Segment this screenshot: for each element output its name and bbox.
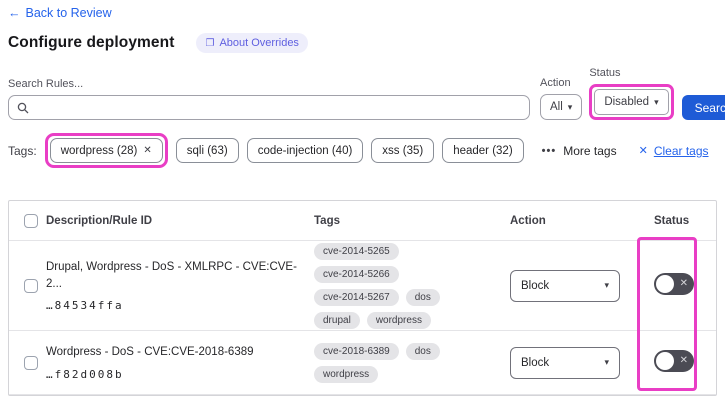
doc-icon: ❐ (205, 37, 215, 49)
action-filter-group: Action All ▾ (540, 77, 583, 120)
tag-chip-code-injection[interactable]: code-injection (40) (246, 138, 364, 163)
rule-tag-pill: cve-2014-5266 (314, 265, 399, 283)
table-row: Drupal, Wordpress - DoS - XMLRPC - CVE:C… (9, 241, 716, 331)
rule-tags: cve-2018-6389 dos wordpress (314, 342, 496, 383)
col-header-tags: Tags (314, 214, 340, 227)
action-dropdown[interactable]: Block ▾ (510, 346, 620, 379)
rule-tag-pill: dos (405, 342, 440, 360)
search-button[interactable]: Search (681, 95, 725, 120)
search-rules-label: Search Rules... (8, 78, 84, 90)
table-row: Wordpress - DoS - CVE:CVE-2018-6389 …f82… (9, 331, 716, 395)
back-to-review-link[interactable]: ← Back to Review (8, 6, 112, 20)
tag-chip-wordpress[interactable]: wordpress (28) ✕ (49, 138, 163, 163)
tags-label: Tags: (8, 143, 37, 158)
search-rules-group: Search Rules... (8, 78, 530, 120)
col-header-action: Action (510, 214, 546, 227)
search-icon (17, 102, 29, 113)
clear-icon: ✕ (638, 145, 648, 157)
rules-table: Description/Rule ID Tags Action Status D… (8, 200, 717, 396)
tag-chip-header[interactable]: header (32) (442, 138, 524, 163)
tag-chip-xss[interactable]: xss (35) (371, 138, 435, 163)
toggle-x-icon: ✕ (679, 278, 688, 289)
back-link-label: Back to Review (25, 6, 112, 20)
action-value: Block (521, 279, 550, 292)
status-filter-label: Status (589, 67, 621, 79)
configure-deployment-page: ← Back to Review Configure deployment ❐ … (0, 0, 725, 396)
selected-tag-highlight: wordpress (28) ✕ (44, 133, 168, 168)
rule-tag-pill: drupal (314, 311, 360, 329)
search-rules-box[interactable] (8, 95, 530, 120)
back-arrow-icon: ← (8, 6, 21, 20)
filter-row: Search Rules... Action All ▾ Status Disa… (8, 67, 725, 120)
action-filter-dropdown[interactable]: All ▾ (540, 94, 583, 120)
action-filter-value: All (550, 101, 563, 113)
rule-tag-pill: wordpress (366, 311, 431, 329)
chevron-down-icon: ▾ (604, 357, 609, 367)
toggle-knob (656, 275, 674, 293)
rule-id: …84534ffa (46, 298, 124, 312)
tag-chip-sqli[interactable]: sqli (63) (175, 138, 239, 163)
rule-tag-pill: wordpress (314, 365, 379, 383)
toggle-knob (656, 352, 674, 370)
select-all-checkbox[interactable] (24, 213, 38, 228)
chevron-down-icon: ▾ (604, 280, 609, 290)
page-title: Configure deployment (8, 34, 175, 51)
remove-tag-icon[interactable]: ✕ (143, 145, 151, 156)
rule-tags: cve-2014-5265 cve-2014-5266 cve-2014-5267 d… (314, 242, 496, 329)
rule-description: Wordpress - DoS - CVE:CVE-2018-6389 (46, 346, 254, 359)
status-filter-highlight: Disabled ▾ (589, 84, 674, 120)
toggle-x-icon: ✕ (679, 355, 688, 366)
row-checkbox[interactable] (24, 278, 38, 293)
ellipsis-icon: ••• (541, 144, 557, 157)
rule-tag-pill: cve-2014-5267 (314, 288, 399, 306)
rule-description: Drupal, Wordpress - DoS - XMLRPC - CVE:C… (46, 261, 297, 290)
action-dropdown[interactable]: Block ▾ (510, 269, 620, 302)
tag-chip-label: wordpress (28) (60, 144, 138, 157)
about-overrides-badge[interactable]: ❐ About Overrides (196, 33, 308, 53)
status-filter-value: Disabled (604, 96, 650, 108)
col-header-status: Status (654, 214, 690, 227)
status-toggle-off[interactable]: ✕ (654, 350, 694, 372)
col-header-description: Description/Rule ID (46, 214, 153, 227)
tags-bar: Tags: wordpress (28) ✕ sqli (63) code-in… (8, 133, 717, 168)
chevron-down-icon: ▾ (654, 96, 659, 107)
chevron-down-icon: ▾ (567, 101, 573, 112)
clear-tags-button[interactable]: ✕ Clear tags (639, 144, 709, 158)
row-checkbox[interactable] (24, 355, 38, 370)
action-value: Block (521, 356, 550, 369)
more-tags-label: More tags (563, 143, 617, 158)
status-toggle-off[interactable]: ✕ (654, 273, 694, 295)
action-filter-label: Action (540, 77, 571, 89)
table-header-row: Description/Rule ID Tags Action Status (9, 201, 716, 241)
about-overrides-label: About Overrides (219, 37, 299, 49)
clear-tags-label: Clear tags (653, 143, 709, 158)
rule-id: …f82d008b (46, 367, 124, 381)
rule-tag-pill: dos (405, 288, 440, 306)
status-filter-dropdown[interactable]: Disabled ▾ (594, 89, 669, 115)
more-tags-button[interactable]: ••• More tags (542, 144, 617, 158)
status-filter-group: Status Disabled ▾ (589, 67, 674, 120)
title-row: Configure deployment ❐ About Overrides (8, 33, 717, 53)
search-rules-input[interactable] (35, 100, 521, 115)
rule-tag-pill: cve-2018-6389 (314, 342, 399, 360)
rule-tag-pill: cve-2014-5265 (314, 242, 399, 260)
